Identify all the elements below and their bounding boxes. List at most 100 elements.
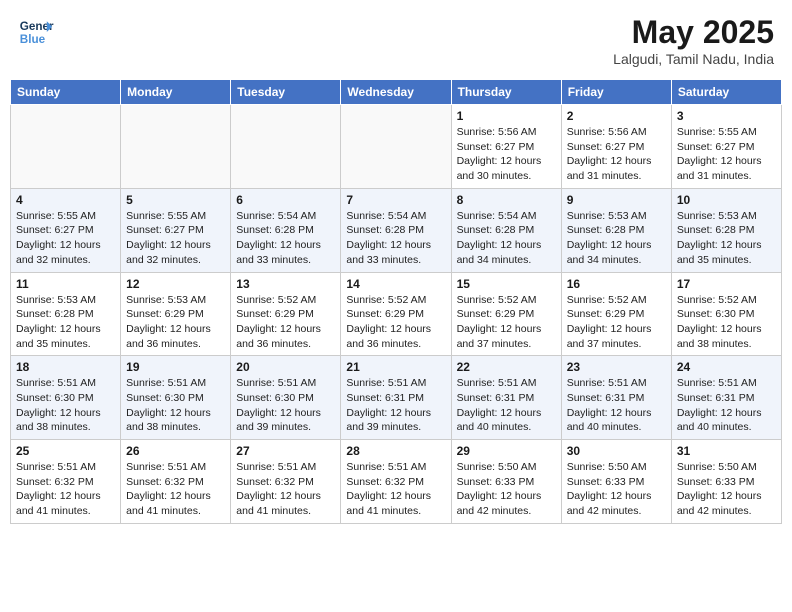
day-info: Sunrise: 5:53 AM Sunset: 6:28 PM Dayligh… (16, 293, 115, 352)
week-row-2: 4 Sunrise: 5:55 AM Sunset: 6:27 PM Daylig… (11, 188, 782, 272)
day-info: Sunrise: 5:51 AM Sunset: 6:32 PM Dayligh… (126, 460, 225, 519)
day-cell: 21Sunrise: 5:51 AM Sunset: 6:31 PM Dayli… (341, 356, 451, 440)
logo: General Blue (18, 14, 54, 50)
week-row-1: 1 Sunrise: 5:56 AM Sunset: 6:27 PM Daylig… (11, 105, 782, 189)
day-number: 25 (16, 444, 115, 458)
weekday-header-tuesday: Tuesday (231, 80, 341, 105)
day-number: 1 (457, 109, 556, 123)
day-cell: 1 Sunrise: 5:56 AM Sunset: 6:27 PM Daylig… (451, 105, 561, 189)
week-row-5: 25 Sunrise: 5:51 AM Sunset: 6:32 PM Dayli… (11, 440, 782, 524)
month-title: May 2025 (613, 14, 774, 51)
day-info: Sunrise: 5:53 AM Sunset: 6:29 PM Dayligh… (126, 293, 225, 352)
day-cell: 20Sunrise: 5:51 AM Sunset: 6:30 PM Dayli… (231, 356, 341, 440)
day-cell: 29 Sunrise: 5:50 AM Sunset: 6:33 PM Dayli… (451, 440, 561, 524)
weekday-header-sunday: Sunday (11, 80, 121, 105)
day-cell: 12Sunrise: 5:53 AM Sunset: 6:29 PM Dayli… (121, 272, 231, 356)
day-number: 15 (457, 277, 556, 291)
day-number: 6 (236, 193, 335, 207)
day-cell: 17 Sunrise: 5:52 AM Sunset: 6:30 PM Dayli… (671, 272, 781, 356)
day-cell: 8Sunrise: 5:54 AM Sunset: 6:28 PM Daylig… (451, 188, 561, 272)
logo-icon: General Blue (18, 14, 54, 50)
day-number: 29 (457, 444, 556, 458)
day-cell: 7 Sunrise: 5:54 AM Sunset: 6:28 PM Daylig… (341, 188, 451, 272)
day-number: 14 (346, 277, 445, 291)
day-cell: 16Sunrise: 5:52 AM Sunset: 6:29 PM Dayli… (561, 272, 671, 356)
day-cell: 28 Sunrise: 5:51 AM Sunset: 6:32 PM Dayli… (341, 440, 451, 524)
day-number: 2 (567, 109, 666, 123)
day-info: Sunrise: 5:55 AM Sunset: 6:27 PM Dayligh… (16, 209, 115, 268)
day-number: 22 (457, 360, 556, 374)
day-cell: 25Sunrise: 5:51 AM Sunset: 6:32 PM Dayli… (11, 440, 121, 524)
day-info: Sunrise: 5:54 AM Sunset: 6:28 PM Dayligh… (236, 209, 335, 268)
day-number: 10 (677, 193, 776, 207)
location: Lalgudi, Tamil Nadu, India (613, 51, 774, 67)
day-cell: 9 Sunrise: 5:53 AM Sunset: 6:28 PM Daylig… (561, 188, 671, 272)
day-cell: 5 Sunrise: 5:55 AM Sunset: 6:27 PM Daylig… (121, 188, 231, 272)
weekday-header-row: SundayMondayTuesdayWednesdayThursdayFrid… (11, 80, 782, 105)
day-info: Sunrise: 5:51 AM Sunset: 6:32 PM Dayligh… (346, 460, 445, 519)
day-number: 11 (16, 277, 115, 291)
day-info: Sunrise: 5:50 AM Sunset: 6:33 PM Dayligh… (567, 460, 666, 519)
week-row-3: 11 Sunrise: 5:53 AM Sunset: 6:28 PM Dayli… (11, 272, 782, 356)
day-cell (11, 105, 121, 189)
svg-text:Blue: Blue (20, 33, 46, 46)
day-info: Sunrise: 5:52 AM Sunset: 6:30 PM Dayligh… (677, 293, 776, 352)
week-row-4: 18 Sunrise: 5:51 AM Sunset: 6:30 PM Dayli… (11, 356, 782, 440)
day-cell (121, 105, 231, 189)
day-info: Sunrise: 5:51 AM Sunset: 6:30 PM Dayligh… (126, 376, 225, 435)
day-cell (341, 105, 451, 189)
day-cell: 2 Sunrise: 5:56 AM Sunset: 6:27 PM Daylig… (561, 105, 671, 189)
day-cell: 18Sunrise: 5:51 AM Sunset: 6:30 PM Dayli… (11, 356, 121, 440)
day-cell: 24Sunrise: 5:51 AM Sunset: 6:31 PM Dayli… (671, 356, 781, 440)
day-cell: 19 Sunrise: 5:51 AM Sunset: 6:30 PM Dayli… (121, 356, 231, 440)
day-number: 18 (16, 360, 115, 374)
day-info: Sunrise: 5:51 AM Sunset: 6:31 PM Dayligh… (677, 376, 776, 435)
day-info: Sunrise: 5:53 AM Sunset: 6:28 PM Dayligh… (677, 209, 776, 268)
day-info: Sunrise: 5:54 AM Sunset: 6:28 PM Dayligh… (346, 209, 445, 268)
day-cell: 15 Sunrise: 5:52 AM Sunset: 6:29 PM Dayli… (451, 272, 561, 356)
day-number: 13 (236, 277, 335, 291)
day-info: Sunrise: 5:50 AM Sunset: 6:33 PM Dayligh… (457, 460, 556, 519)
day-info: Sunrise: 5:50 AM Sunset: 6:33 PM Dayligh… (677, 460, 776, 519)
day-cell: 23 Sunrise: 5:51 AM Sunset: 6:31 PM Dayli… (561, 356, 671, 440)
day-info: Sunrise: 5:52 AM Sunset: 6:29 PM Dayligh… (457, 293, 556, 352)
day-number: 17 (677, 277, 776, 291)
title-block: May 2025 Lalgudi, Tamil Nadu, India (613, 14, 774, 67)
day-cell: 31 Sunrise: 5:50 AM Sunset: 6:33 PM Dayli… (671, 440, 781, 524)
day-cell: 4 Sunrise: 5:55 AM Sunset: 6:27 PM Daylig… (11, 188, 121, 272)
day-info: Sunrise: 5:56 AM Sunset: 6:27 PM Dayligh… (457, 125, 556, 184)
day-cell: 27 Sunrise: 5:51 AM Sunset: 6:32 PM Dayli… (231, 440, 341, 524)
page-header: General Blue May 2025 Lalgudi, Tamil Nad… (10, 10, 782, 71)
day-number: 31 (677, 444, 776, 458)
day-number: 27 (236, 444, 335, 458)
day-number: 5 (126, 193, 225, 207)
day-number: 4 (16, 193, 115, 207)
day-info: Sunrise: 5:51 AM Sunset: 6:31 PM Dayligh… (457, 376, 556, 435)
calendar-table: SundayMondayTuesdayWednesdayThursdayFrid… (10, 79, 782, 524)
day-info: Sunrise: 5:51 AM Sunset: 6:31 PM Dayligh… (567, 376, 666, 435)
day-info: Sunrise: 5:53 AM Sunset: 6:28 PM Dayligh… (567, 209, 666, 268)
weekday-header-monday: Monday (121, 80, 231, 105)
day-number: 28 (346, 444, 445, 458)
day-number: 8 (457, 193, 556, 207)
day-info: Sunrise: 5:55 AM Sunset: 6:27 PM Dayligh… (677, 125, 776, 184)
day-info: Sunrise: 5:56 AM Sunset: 6:27 PM Dayligh… (567, 125, 666, 184)
day-number: 19 (126, 360, 225, 374)
day-cell: 3 Sunrise: 5:55 AM Sunset: 6:27 PM Daylig… (671, 105, 781, 189)
day-info: Sunrise: 5:51 AM Sunset: 6:32 PM Dayligh… (236, 460, 335, 519)
day-cell: 10 Sunrise: 5:53 AM Sunset: 6:28 PM Dayli… (671, 188, 781, 272)
day-number: 9 (567, 193, 666, 207)
day-info: Sunrise: 5:55 AM Sunset: 6:27 PM Dayligh… (126, 209, 225, 268)
day-number: 23 (567, 360, 666, 374)
day-number: 7 (346, 193, 445, 207)
day-number: 3 (677, 109, 776, 123)
day-number: 30 (567, 444, 666, 458)
day-cell: 13Sunrise: 5:52 AM Sunset: 6:29 PM Dayli… (231, 272, 341, 356)
day-cell: 22 Sunrise: 5:51 AM Sunset: 6:31 PM Dayli… (451, 356, 561, 440)
day-info: Sunrise: 5:51 AM Sunset: 6:31 PM Dayligh… (346, 376, 445, 435)
day-cell (231, 105, 341, 189)
day-cell: 11 Sunrise: 5:53 AM Sunset: 6:28 PM Dayli… (11, 272, 121, 356)
weekday-header-thursday: Thursday (451, 80, 561, 105)
day-number: 20 (236, 360, 335, 374)
weekday-header-friday: Friday (561, 80, 671, 105)
